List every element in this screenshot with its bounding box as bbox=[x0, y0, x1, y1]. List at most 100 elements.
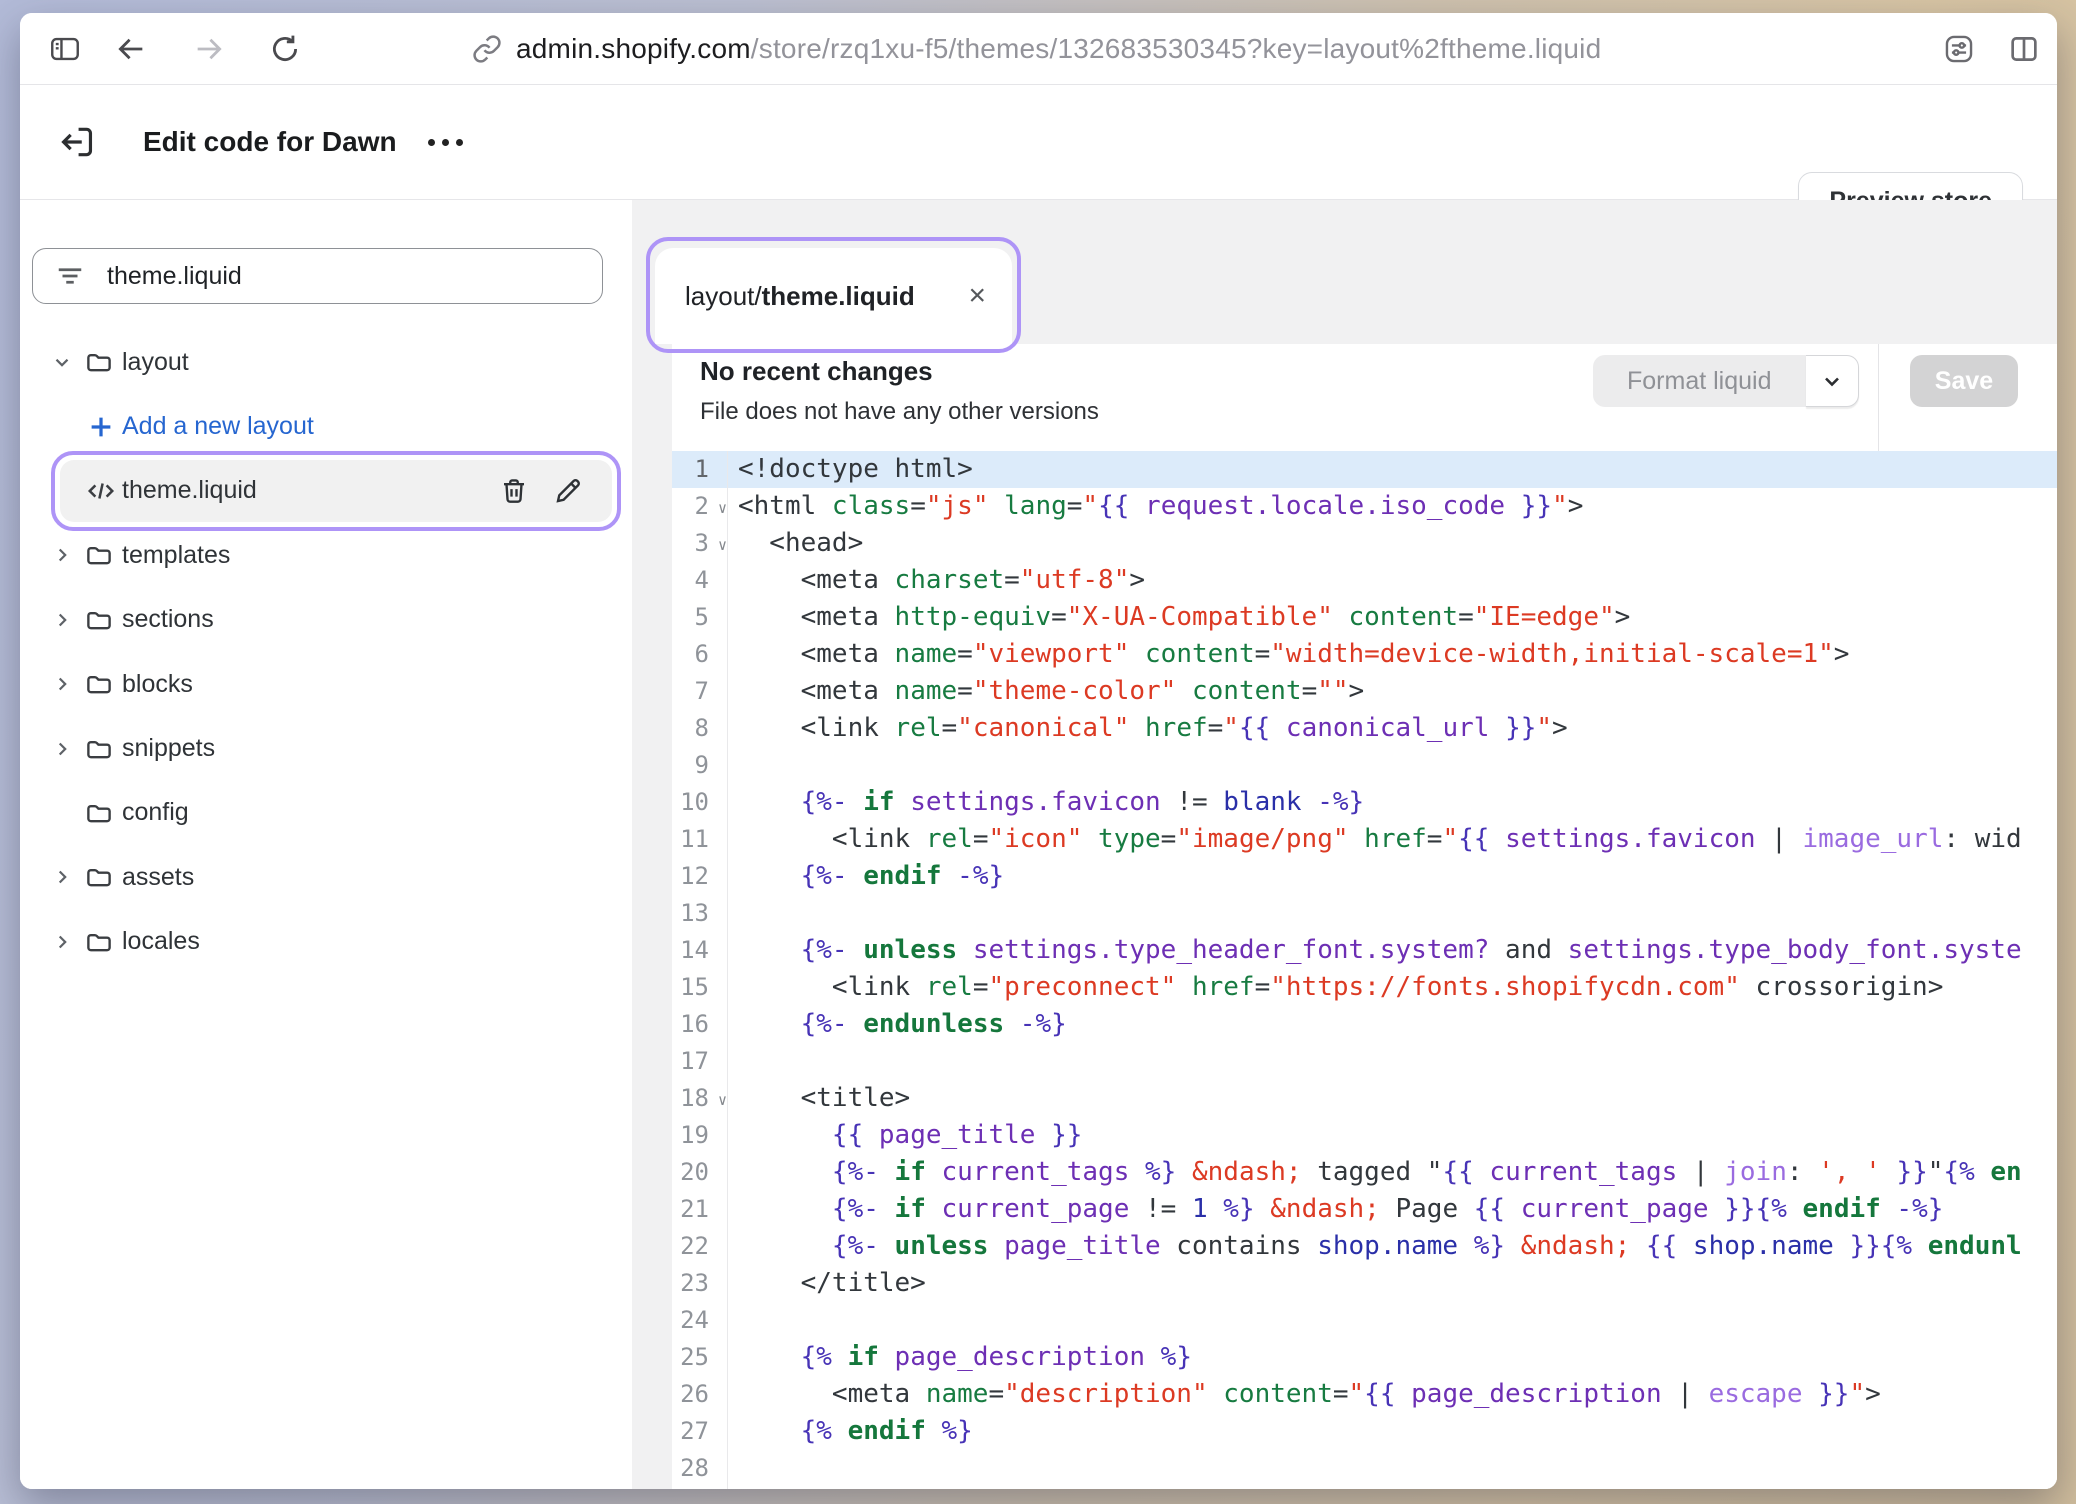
split-view-icon[interactable] bbox=[2005, 30, 2043, 68]
code-line[interactable]: 17 bbox=[672, 1043, 2057, 1080]
code-text[interactable]: <meta name="viewport" content="width=dev… bbox=[728, 636, 2057, 673]
code-text[interactable] bbox=[728, 1450, 2057, 1487]
delete-file-icon[interactable] bbox=[498, 475, 530, 507]
sidebar-item-theme-liquid[interactable]: theme.liquid bbox=[20, 459, 632, 523]
tab-layout-theme-liquid[interactable]: layout/theme.liquid × bbox=[655, 248, 1012, 344]
code-text[interactable]: {% if page_description %} bbox=[728, 1339, 2057, 1376]
chevron-right-icon[interactable] bbox=[48, 863, 76, 891]
code-text[interactable]: <link rel="canonical" href="{{ canonical… bbox=[728, 710, 2057, 747]
code-line[interactable]: 26 <meta name="description" content="{{ … bbox=[672, 1376, 2057, 1413]
line-number[interactable]: 5 bbox=[672, 599, 728, 636]
code-text[interactable]: {%- if current_page != 1 %} &ndash; Page… bbox=[728, 1191, 2057, 1228]
code-line[interactable]: 16 {%- endunless -%} bbox=[672, 1006, 2057, 1043]
code-line[interactable]: 27 {% endif %} bbox=[672, 1413, 2057, 1450]
code-line[interactable]: 21 {%- if current_page != 1 %} &ndash; P… bbox=[672, 1191, 2057, 1228]
format-liquid-button[interactable]: Format liquid bbox=[1593, 355, 1859, 407]
fold-icon[interactable]: ∨ bbox=[718, 1082, 727, 1119]
line-number[interactable]: 7 bbox=[672, 673, 728, 710]
edit-file-icon[interactable] bbox=[552, 475, 584, 507]
line-number[interactable]: 21 bbox=[672, 1191, 728, 1228]
line-number[interactable]: 23 bbox=[672, 1265, 728, 1302]
line-number[interactable]: 29 bbox=[672, 1487, 728, 1489]
chevron-right-icon[interactable] bbox=[48, 670, 76, 698]
code-line[interactable]: 3∨ <head> bbox=[672, 525, 2057, 562]
line-number[interactable]: 1 bbox=[672, 451, 728, 488]
chevron-right-icon[interactable] bbox=[48, 735, 76, 763]
line-number[interactable]: 25 bbox=[672, 1339, 728, 1376]
code-line[interactable]: 2∨<html class="js" lang="{{ request.loca… bbox=[672, 488, 2057, 525]
line-number[interactable]: 9 bbox=[672, 747, 728, 784]
code-line[interactable]: 15 <link rel="preconnect" href="https://… bbox=[672, 969, 2057, 1006]
code-text[interactable] bbox=[728, 895, 2057, 932]
url-bar[interactable]: admin.shopify.com/store/rzq1xu-f5/themes… bbox=[472, 13, 1601, 85]
line-number[interactable]: 10 bbox=[672, 784, 728, 821]
code-line[interactable]: 7 <meta name="theme-color" content=""> bbox=[672, 673, 2057, 710]
fold-icon[interactable]: ∨ bbox=[718, 527, 727, 564]
line-number[interactable]: 2∨ bbox=[672, 488, 728, 525]
code-line[interactable]: 4 <meta charset="utf-8"> bbox=[672, 562, 2057, 599]
code-editor[interactable]: 1<!doctype html>2∨<html class="js" lang=… bbox=[672, 451, 2057, 1489]
line-number[interactable]: 11 bbox=[672, 821, 728, 858]
code-line[interactable]: 28 bbox=[672, 1450, 2057, 1487]
sidebar-item-config[interactable]: config bbox=[20, 781, 632, 845]
code-text[interactable]: <head> bbox=[728, 525, 2057, 562]
code-line[interactable]: 29 {% render 'meta-tags' %} bbox=[672, 1487, 2057, 1489]
exit-icon[interactable] bbox=[55, 120, 99, 164]
code-text[interactable]: {%- unless settings.type_header_font.sys… bbox=[728, 932, 2057, 969]
code-text[interactable] bbox=[728, 1043, 2057, 1080]
line-number[interactable]: 16 bbox=[672, 1006, 728, 1043]
sidebar-item-layout[interactable]: layout bbox=[20, 330, 632, 394]
code-text[interactable]: <meta http-equiv="X-UA-Compatible" conte… bbox=[728, 599, 2057, 636]
code-text[interactable]: {% endif %} bbox=[728, 1413, 2057, 1450]
code-text[interactable]: {{ page_title }} bbox=[728, 1117, 2057, 1154]
code-text[interactable]: <meta charset="utf-8"> bbox=[728, 562, 2057, 599]
sidebar-item-snippets[interactable]: snippets bbox=[20, 716, 632, 780]
code-text[interactable]: {%- unless page_title contains shop.name… bbox=[728, 1228, 2057, 1265]
code-line[interactable]: 23 </title> bbox=[672, 1265, 2057, 1302]
code-line[interactable]: 10 {%- if settings.favicon != blank -%} bbox=[672, 784, 2057, 821]
line-number[interactable]: 20 bbox=[672, 1154, 728, 1191]
code-text[interactable]: <title> bbox=[728, 1080, 2057, 1117]
sidebar-toggle-icon[interactable] bbox=[46, 30, 84, 68]
chevron-down-icon[interactable] bbox=[1806, 355, 1859, 407]
code-text[interactable] bbox=[728, 747, 2057, 784]
tune-icon[interactable] bbox=[1940, 30, 1978, 68]
line-number[interactable]: 15 bbox=[672, 969, 728, 1006]
sidebar-item-templates[interactable]: templates bbox=[20, 523, 632, 587]
code-text[interactable]: <meta name="description" content="{{ pag… bbox=[728, 1376, 2057, 1413]
sidebar-item-locales[interactable]: locales bbox=[20, 910, 632, 974]
code-text[interactable]: <!doctype html> bbox=[728, 451, 2057, 488]
line-number[interactable]: 19 bbox=[672, 1117, 728, 1154]
code-line[interactable]: 25 {% if page_description %} bbox=[672, 1339, 2057, 1376]
code-text[interactable]: {% render 'meta-tags' %} bbox=[728, 1487, 2057, 1489]
reload-icon[interactable] bbox=[266, 30, 304, 68]
code-line[interactable]: 18∨ <title> bbox=[672, 1080, 2057, 1117]
code-line[interactable]: 6 <meta name="viewport" content="width=d… bbox=[672, 636, 2057, 673]
code-text[interactable]: <link rel="preconnect" href="https://fon… bbox=[728, 969, 2057, 1006]
sidebar-item-assets[interactable]: assets bbox=[20, 845, 632, 909]
sidebar-item-sections[interactable]: sections bbox=[20, 588, 632, 652]
code-line[interactable]: 22 {%- unless page_title contains shop.n… bbox=[672, 1228, 2057, 1265]
chevron-down-icon[interactable] bbox=[48, 348, 76, 376]
add-new-layout-button[interactable]: Add a new layout bbox=[20, 394, 632, 458]
close-icon[interactable]: × bbox=[968, 281, 986, 311]
line-number[interactable]: 28 bbox=[672, 1450, 728, 1487]
forward-icon[interactable] bbox=[190, 30, 228, 68]
code-line[interactable]: 13 bbox=[672, 895, 2057, 932]
line-number[interactable]: 6 bbox=[672, 636, 728, 673]
code-line[interactable]: 11 <link rel="icon" type="image/png" hre… bbox=[672, 821, 2057, 858]
code-text[interactable]: {%- if settings.favicon != blank -%} bbox=[728, 784, 2057, 821]
code-line[interactable]: 24 bbox=[672, 1302, 2057, 1339]
line-number[interactable]: 27 bbox=[672, 1413, 728, 1450]
line-number[interactable]: 12 bbox=[672, 858, 728, 895]
line-number[interactable]: 22 bbox=[672, 1228, 728, 1265]
code-line[interactable]: 5 <meta http-equiv="X-UA-Compatible" con… bbox=[672, 599, 2057, 636]
line-number[interactable]: 17 bbox=[672, 1043, 728, 1080]
sidebar-item-blocks[interactable]: blocks bbox=[20, 652, 632, 716]
code-line[interactable]: 9 bbox=[672, 747, 2057, 784]
line-number[interactable]: 14 bbox=[672, 932, 728, 969]
chevron-right-icon[interactable] bbox=[48, 541, 76, 569]
search-input[interactable]: theme.liquid bbox=[32, 248, 603, 304]
more-menu-icon[interactable] bbox=[418, 122, 472, 162]
line-number[interactable]: 24 bbox=[672, 1302, 728, 1339]
